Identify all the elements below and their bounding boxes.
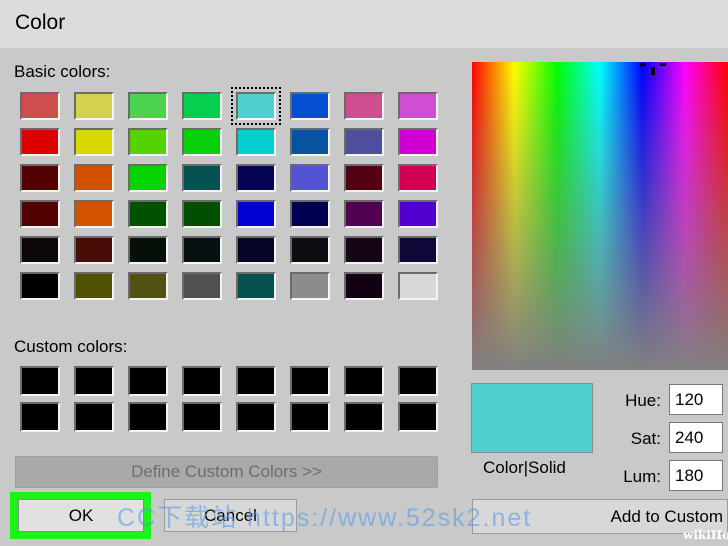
custom-color-swatch[interactable]	[236, 366, 276, 396]
basic-color-swatch[interactable]	[182, 128, 222, 156]
custom-color-swatch[interactable]	[398, 402, 438, 432]
ok-button[interactable]: OK	[18, 499, 144, 532]
color-preview	[471, 383, 593, 453]
basic-color-swatch[interactable]	[74, 92, 114, 120]
color-spectrum[interactable]	[472, 62, 728, 370]
basic-color-swatch[interactable]	[290, 236, 330, 264]
basic-color-swatch[interactable]	[344, 164, 384, 192]
basic-color-swatch[interactable]	[20, 128, 60, 156]
basic-color-swatch[interactable]	[398, 200, 438, 228]
basic-color-swatch[interactable]	[290, 272, 330, 300]
lum-label: Lum:	[623, 467, 661, 486]
basic-color-swatch[interactable]	[344, 200, 384, 228]
basic-color-swatch[interactable]	[182, 236, 222, 264]
basic-color-swatch[interactable]	[182, 200, 222, 228]
custom-color-swatch[interactable]	[290, 366, 330, 396]
basic-color-swatch[interactable]	[74, 272, 114, 300]
basic-color-swatch[interactable]	[20, 236, 60, 264]
basic-color-swatch[interactable]	[74, 164, 114, 192]
custom-color-swatch[interactable]	[398, 366, 438, 396]
basic-color-swatch[interactable]	[182, 164, 222, 192]
custom-colors-label: Custom colors:	[14, 337, 128, 356]
basic-color-swatch[interactable]	[182, 272, 222, 300]
basic-color-swatch[interactable]	[20, 164, 60, 192]
hue-input[interactable]: 120	[669, 384, 723, 415]
custom-color-swatch[interactable]	[20, 402, 60, 432]
basic-color-swatch[interactable]	[344, 272, 384, 300]
basic-color-swatch[interactable]	[128, 92, 168, 120]
basic-color-swatch[interactable]	[236, 200, 276, 228]
custom-color-swatch[interactable]	[128, 402, 168, 432]
basic-colors-label: Basic colors:	[14, 62, 111, 81]
basic-color-swatch[interactable]	[20, 272, 60, 300]
basic-color-swatch[interactable]	[128, 272, 168, 300]
wikihow-logo: wikiHow	[683, 528, 728, 542]
basic-color-swatch[interactable]	[398, 128, 438, 156]
basic-color-swatch[interactable]	[128, 236, 168, 264]
basic-color-swatch[interactable]	[290, 128, 330, 156]
basic-color-swatch[interactable]	[128, 128, 168, 156]
basic-color-swatch[interactable]	[231, 87, 281, 125]
custom-color-swatch[interactable]	[128, 366, 168, 396]
lum-input[interactable]: 180	[669, 460, 723, 491]
basic-color-swatch[interactable]	[74, 236, 114, 264]
basic-color-swatch[interactable]	[398, 92, 438, 120]
sat-input[interactable]: 240	[669, 422, 723, 453]
basic-color-swatch[interactable]	[128, 164, 168, 192]
sat-label: Sat:	[630, 429, 661, 448]
basic-color-swatch[interactable]	[290, 200, 330, 228]
cancel-button[interactable]: Cancel	[164, 499, 297, 532]
basic-color-swatch[interactable]	[398, 236, 438, 264]
basic-colors-grid	[20, 87, 438, 300]
basic-color-swatch[interactable]	[20, 92, 60, 120]
custom-color-swatch[interactable]	[236, 402, 276, 432]
custom-color-swatch[interactable]	[344, 402, 384, 432]
basic-color-swatch[interactable]	[236, 236, 276, 264]
basic-color-swatch[interactable]	[290, 92, 330, 120]
custom-color-swatch[interactable]	[74, 402, 114, 432]
hue-label: Hue:	[625, 391, 661, 410]
custom-color-swatch[interactable]	[182, 402, 222, 432]
custom-color-swatch[interactable]	[344, 366, 384, 396]
basic-color-swatch[interactable]	[344, 92, 384, 120]
basic-color-swatch[interactable]	[74, 128, 114, 156]
basic-color-swatch[interactable]	[236, 164, 276, 192]
custom-colors-grid	[20, 366, 438, 432]
basic-color-swatch[interactable]	[128, 200, 168, 228]
custom-color-swatch[interactable]	[290, 402, 330, 432]
basic-color-swatch[interactable]	[398, 164, 438, 192]
title-bar: Color	[0, 0, 728, 48]
basic-color-swatch[interactable]	[344, 236, 384, 264]
basic-color-swatch[interactable]	[20, 200, 60, 228]
basic-color-swatch[interactable]	[344, 128, 384, 156]
dialog-title: Color	[15, 11, 66, 34]
color-solid-label: Color|Solid	[483, 458, 566, 477]
define-custom-colors-button[interactable]: Define Custom Colors >>	[15, 456, 438, 488]
basic-color-swatch[interactable]	[290, 164, 330, 192]
basic-color-swatch[interactable]	[236, 128, 276, 156]
custom-color-swatch[interactable]	[182, 366, 222, 396]
basic-color-swatch[interactable]	[182, 92, 222, 120]
basic-color-swatch[interactable]	[74, 200, 114, 228]
basic-color-swatch[interactable]	[398, 272, 438, 300]
crosshair-icon	[640, 63, 666, 75]
custom-color-swatch[interactable]	[74, 366, 114, 396]
basic-color-swatch[interactable]	[236, 272, 276, 300]
custom-color-swatch[interactable]	[20, 366, 60, 396]
